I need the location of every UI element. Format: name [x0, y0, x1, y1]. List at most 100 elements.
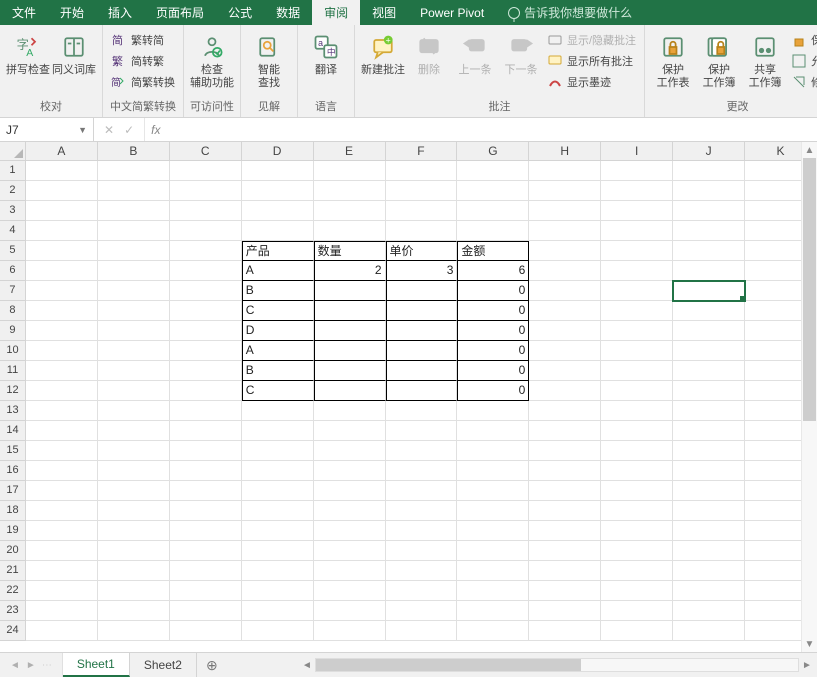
cell-H2[interactable]	[529, 181, 601, 201]
cell-I7[interactable]	[601, 281, 673, 301]
cell-G22[interactable]	[457, 581, 529, 601]
cell-D7[interactable]: B	[242, 281, 314, 301]
cell-H6[interactable]	[529, 261, 601, 281]
cell-D13[interactable]	[242, 401, 314, 421]
cell-H3[interactable]	[529, 201, 601, 221]
row-header-4[interactable]: 4	[0, 221, 26, 241]
hscroll-thumb[interactable]	[316, 659, 581, 671]
sheet-tab-Sheet1[interactable]: Sheet1	[63, 653, 130, 677]
protect-sheet-button[interactable]: 保护工作表	[651, 29, 695, 90]
cell-I17[interactable]	[601, 481, 673, 501]
cell-J18[interactable]	[673, 501, 745, 521]
menu-tab-页面布局[interactable]: 页面布局	[144, 0, 216, 25]
cell-I13[interactable]	[601, 401, 673, 421]
cell-A1[interactable]	[26, 161, 98, 181]
cell-E18[interactable]	[314, 501, 386, 521]
row-header-20[interactable]: 20	[0, 541, 26, 561]
cell-G14[interactable]	[457, 421, 529, 441]
cell-E12[interactable]	[314, 381, 386, 401]
cell-J13[interactable]	[673, 401, 745, 421]
cell-C11[interactable]	[170, 361, 242, 381]
cell-B24[interactable]	[98, 621, 170, 641]
cell-B2[interactable]	[98, 181, 170, 201]
cell-B19[interactable]	[98, 521, 170, 541]
cell-E3[interactable]	[314, 201, 386, 221]
cell-H5[interactable]	[529, 241, 601, 261]
cell-B4[interactable]	[98, 221, 170, 241]
cell-F21[interactable]	[386, 561, 458, 581]
row-header-14[interactable]: 14	[0, 421, 26, 441]
row-header-15[interactable]: 15	[0, 441, 26, 461]
row-header-19[interactable]: 19	[0, 521, 26, 541]
cell-E11[interactable]	[314, 361, 386, 381]
cell-F3[interactable]	[386, 201, 458, 221]
cell-A16[interactable]	[26, 461, 98, 481]
cell-A8[interactable]	[26, 301, 98, 321]
cell-F2[interactable]	[386, 181, 458, 201]
cell-H14[interactable]	[529, 421, 601, 441]
cell-G8[interactable]: 0	[457, 301, 529, 321]
cell-H13[interactable]	[529, 401, 601, 421]
cell-B6[interactable]	[98, 261, 170, 281]
col-header-E[interactable]: E	[314, 142, 386, 161]
cell-G10[interactable]: 0	[457, 341, 529, 361]
chevron-down-icon[interactable]: ▼	[78, 125, 87, 135]
cell-H23[interactable]	[529, 601, 601, 621]
cell-E6[interactable]: 2	[314, 261, 386, 281]
cell-J19[interactable]	[673, 521, 745, 541]
cell-J9[interactable]	[673, 321, 745, 341]
cell-F1[interactable]	[386, 161, 458, 181]
cell-H24[interactable]	[529, 621, 601, 641]
menu-tab-视图[interactable]: 视图	[360, 0, 408, 25]
row-header-2[interactable]: 2	[0, 181, 26, 201]
allow-edit-button[interactable]: 允	[789, 52, 817, 70]
cell-G20[interactable]	[457, 541, 529, 561]
thesaurus-button[interactable]: 同义词库	[52, 29, 96, 77]
enter-icon[interactable]: ✓	[124, 123, 134, 137]
cell-B9[interactable]	[98, 321, 170, 341]
cell-D9[interactable]: D	[242, 321, 314, 341]
smart-lookup-button[interactable]: 智能查找	[247, 29, 291, 90]
col-header-J[interactable]: J	[673, 142, 745, 161]
cell-H4[interactable]	[529, 221, 601, 241]
cell-I15[interactable]	[601, 441, 673, 461]
cell-F23[interactable]	[386, 601, 458, 621]
cell-B17[interactable]	[98, 481, 170, 501]
cell-D22[interactable]	[242, 581, 314, 601]
cell-F9[interactable]	[386, 321, 458, 341]
cell-B10[interactable]	[98, 341, 170, 361]
translate-button[interactable]: a中翻译	[304, 29, 348, 77]
cell-A24[interactable]	[26, 621, 98, 641]
cell-J7[interactable]	[673, 281, 745, 301]
cell-A15[interactable]	[26, 441, 98, 461]
cell-H11[interactable]	[529, 361, 601, 381]
cell-F24[interactable]	[386, 621, 458, 641]
cell-E10[interactable]	[314, 341, 386, 361]
cell-J1[interactable]	[673, 161, 745, 181]
cell-C12[interactable]	[170, 381, 242, 401]
cell-A6[interactable]	[26, 261, 98, 281]
cell-B7[interactable]	[98, 281, 170, 301]
menu-tab-Power Pivot[interactable]: Power Pivot	[408, 0, 496, 25]
row-header-18[interactable]: 18	[0, 501, 26, 521]
cell-A14[interactable]	[26, 421, 98, 441]
cell-G9[interactable]: 0	[457, 321, 529, 341]
menu-tab-数据[interactable]: 数据	[264, 0, 312, 25]
cell-G23[interactable]	[457, 601, 529, 621]
cell-F12[interactable]	[386, 381, 458, 401]
cell-J16[interactable]	[673, 461, 745, 481]
cell-C18[interactable]	[170, 501, 242, 521]
cell-C7[interactable]	[170, 281, 242, 301]
cell-A17[interactable]	[26, 481, 98, 501]
row-header-7[interactable]: 7	[0, 281, 26, 301]
col-header-F[interactable]: F	[386, 142, 458, 161]
cell-D5[interactable]: 产品	[242, 241, 314, 261]
row-header-16[interactable]: 16	[0, 461, 26, 481]
cell-C5[interactable]	[170, 241, 242, 261]
cell-G19[interactable]	[457, 521, 529, 541]
cell-E19[interactable]	[314, 521, 386, 541]
cell-E1[interactable]	[314, 161, 386, 181]
cell-D14[interactable]	[242, 421, 314, 441]
cancel-icon[interactable]: ✕	[104, 123, 114, 137]
cell-E16[interactable]	[314, 461, 386, 481]
